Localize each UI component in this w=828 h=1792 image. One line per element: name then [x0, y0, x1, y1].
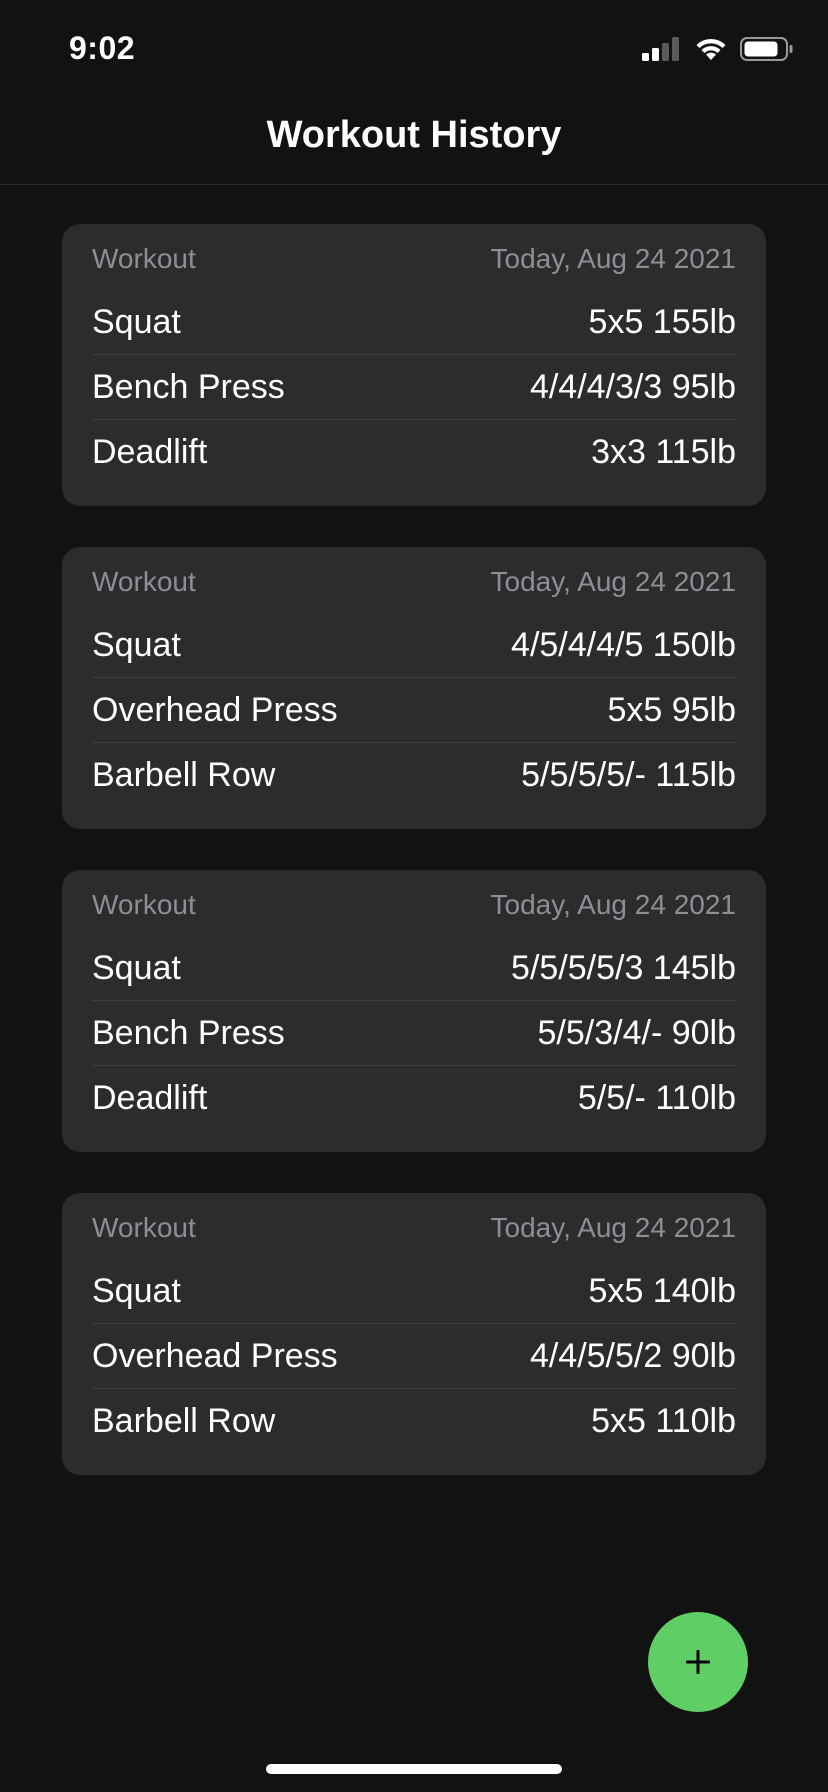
cellular-signal-icon: [642, 37, 679, 61]
exercise-row: Deadlift 3x3 115lb: [92, 420, 736, 485]
exercise-result: 4/5/4/4/5 150lb: [511, 625, 736, 664]
exercise-row: Bench Press 5/5/3/4/- 90lb: [92, 1001, 736, 1066]
exercise-row: Overhead Press 4/4/5/5/2 90lb: [92, 1324, 736, 1389]
page-title: Workout History: [266, 114, 562, 156]
workout-card-header: Workout Today, Aug 24 2021: [92, 224, 736, 290]
workout-label: Workout: [92, 243, 196, 274]
workout-card[interactable]: Workout Today, Aug 24 2021 Squat 4/5/4/4…: [62, 547, 766, 829]
exercise-row: Barbell Row 5x5 110lb: [92, 1389, 736, 1454]
exercise-name: Deadlift: [92, 433, 208, 471]
workout-card[interactable]: Workout Today, Aug 24 2021 Squat 5/5/5/5…: [62, 870, 766, 1152]
exercise-name: Squat: [92, 625, 181, 664]
status-bar: 9:02: [0, 0, 828, 96]
exercise-result: 5/5/5/5/3 145lb: [511, 948, 736, 987]
exercise-name: Deadlift: [92, 1079, 208, 1117]
workout-card[interactable]: Workout Today, Aug 24 2021 Squat 5x5 155…: [62, 224, 766, 506]
exercise-name: Squat: [92, 302, 181, 341]
workout-card-header: Workout Today, Aug 24 2021: [92, 1193, 736, 1259]
plus-icon: [686, 1650, 710, 1674]
workout-card-header: Workout Today, Aug 24 2021: [92, 547, 736, 613]
navigation-bar: Workout History: [0, 96, 828, 185]
exercise-row: Squat 5x5 140lb: [92, 1259, 736, 1324]
exercise-name: Bench Press: [92, 367, 285, 406]
exercise-row: Squat 5/5/5/5/3 145lb: [92, 936, 736, 1001]
exercise-result: 4/4/5/5/2 90lb: [529, 1336, 736, 1375]
exercise-name: Barbell Row: [92, 1402, 276, 1440]
workout-date: Today, Aug 24 2021: [490, 889, 736, 920]
exercise-result: 5x5 110lb: [591, 1402, 736, 1440]
exercise-row: Squat 5x5 155lb: [92, 290, 736, 355]
exercise-name: Squat: [92, 1271, 181, 1310]
exercise-row: Bench Press 4/4/4/3/3 95lb: [92, 355, 736, 420]
exercise-result: 5x5 95lb: [607, 690, 736, 729]
status-time: 9:02: [69, 30, 136, 66]
exercise-result: 5/5/- 110lb: [577, 1079, 736, 1117]
battery-icon: [740, 37, 793, 61]
home-indicator[interactable]: [266, 1764, 562, 1774]
exercise-row: Squat 4/5/4/4/5 150lb: [92, 613, 736, 678]
exercise-result: 5/5/3/4/- 90lb: [537, 1013, 736, 1052]
workout-label: Workout: [92, 1212, 196, 1243]
exercise-name: Barbell Row: [92, 756, 276, 794]
exercise-result: 5x5 155lb: [588, 302, 736, 341]
workout-card-header: Workout Today, Aug 24 2021: [92, 870, 736, 936]
wifi-icon: [696, 38, 726, 60]
workout-date: Today, Aug 24 2021: [490, 1212, 736, 1243]
exercise-name: Bench Press: [92, 1013, 285, 1052]
exercise-row: Overhead Press 5x5 95lb: [92, 678, 736, 743]
exercise-result: 3x3 115lb: [591, 433, 736, 471]
workout-label: Workout: [92, 566, 196, 597]
exercise-name: Overhead Press: [92, 1336, 338, 1375]
exercise-result: 4/4/4/3/3 95lb: [529, 367, 736, 406]
status-icons: [642, 36, 794, 62]
workout-date: Today, Aug 24 2021: [490, 243, 736, 274]
exercise-result: 5x5 140lb: [588, 1271, 736, 1310]
workout-list: Workout Today, Aug 24 2021 Squat 5x5 155…: [62, 224, 766, 1516]
workout-date: Today, Aug 24 2021: [490, 566, 736, 597]
exercise-result: 5/5/5/5/- 115lb: [521, 756, 736, 794]
exercise-row: Barbell Row 5/5/5/5/- 115lb: [92, 743, 736, 808]
exercise-name: Squat: [92, 948, 181, 987]
workout-card[interactable]: Workout Today, Aug 24 2021 Squat 5x5 140…: [62, 1193, 766, 1475]
exercise-row: Deadlift 5/5/- 110lb: [92, 1066, 736, 1131]
exercise-name: Overhead Press: [92, 690, 338, 729]
workout-label: Workout: [92, 889, 196, 920]
add-workout-button[interactable]: [648, 1612, 748, 1712]
